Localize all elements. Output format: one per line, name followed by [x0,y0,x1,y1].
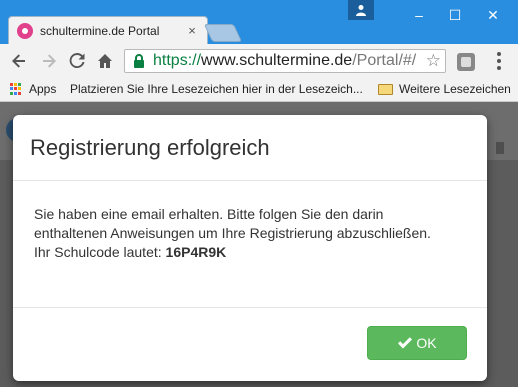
other-bookmarks-label: Weitere Lesezeichen [399,82,511,96]
menu-icon[interactable] [490,50,508,72]
favicon-icon [17,22,33,39]
close-icon[interactable]: ✕ [474,0,512,30]
back-icon[interactable] [8,50,30,72]
other-bookmarks[interactable]: Weitere Lesezeichen [378,82,511,96]
dialog-header: Registrierung erfolgreich [13,115,487,181]
home-icon[interactable] [94,50,116,72]
folder-icon [378,83,393,95]
dialog-message: Sie haben eine email erhalten. Bitte fol… [34,206,431,260]
maximize-icon[interactable]: ☐ [436,0,474,30]
tab-title: schultermine.de Portal [40,23,160,38]
user-icon[interactable] [348,0,374,20]
ok-label: OK [416,335,437,351]
checkmark-icon [398,337,413,349]
reload-icon[interactable] [66,50,88,72]
bookmark-apps[interactable]: Apps [10,82,56,96]
browser-toolbar: https://www.schultermine.de/Portal/#/ ☆ [0,44,518,78]
browser-tab[interactable]: schultermine.de Portal × [8,16,208,44]
dialog-title: Registrierung erfolgreich [30,135,270,160]
school-code: 16P4R9K [165,244,227,260]
registration-dialog: Registrierung erfolgreich Sie haben eine… [13,115,487,381]
star-icon[interactable]: ☆ [426,51,441,71]
ok-button[interactable]: OK [367,326,467,360]
dialog-footer: OK [13,308,487,381]
title-bar: schultermine.de Portal × – ☐ ✕ [0,0,518,44]
lock-icon [134,54,144,68]
page-side-element [496,142,504,154]
url-text: https://www.schultermine.de/Portal/#/ [153,52,417,69]
forward-icon[interactable] [38,50,60,72]
new-tab-button[interactable] [203,24,243,42]
minimize-icon[interactable]: – [400,0,438,30]
bookmarks-placeholder: Platzieren Sie Ihre Lesezeichen hier in … [70,82,363,96]
tab-close-icon[interactable]: × [185,23,199,38]
bookmarks-bar: Apps Platzieren Sie Ihre Lesezeichen hie… [0,78,518,102]
extension-icon[interactable] [457,53,475,71]
apps-icon [10,83,22,95]
address-bar[interactable]: https://www.schultermine.de/Portal/#/ ☆ [124,49,446,73]
apps-label: Apps [29,82,57,96]
dialog-body: Sie haben eine email erhalten. Bitte fol… [13,181,487,308]
